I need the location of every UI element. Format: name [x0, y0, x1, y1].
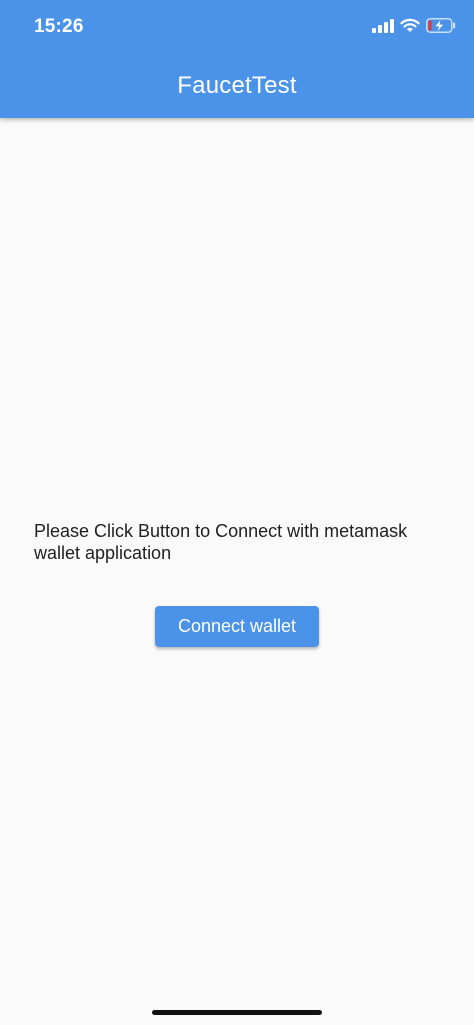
- connect-instruction-text: Please Click Button to Connect with meta…: [34, 521, 408, 563]
- app-bar: 15:26 FaucetTest: [0, 0, 474, 118]
- main-content: Please Click Button to Connect with meta…: [0, 520, 474, 647]
- status-time: 15:26: [34, 16, 84, 37]
- connect-wallet-button[interactable]: Connect wallet: [155, 606, 319, 647]
- home-indicator[interactable]: [152, 1010, 322, 1015]
- battery-charging-icon: [426, 18, 456, 38]
- button-row: Connect wallet: [0, 606, 474, 647]
- wifi-icon: [400, 18, 420, 38]
- app-title: FaucetTest: [177, 72, 297, 99]
- cellular-signal-icon: [372, 18, 394, 38]
- app-screen: 15:26 FaucetTest Please Click Button to …: [0, 0, 474, 1025]
- status-icons: [372, 18, 456, 38]
